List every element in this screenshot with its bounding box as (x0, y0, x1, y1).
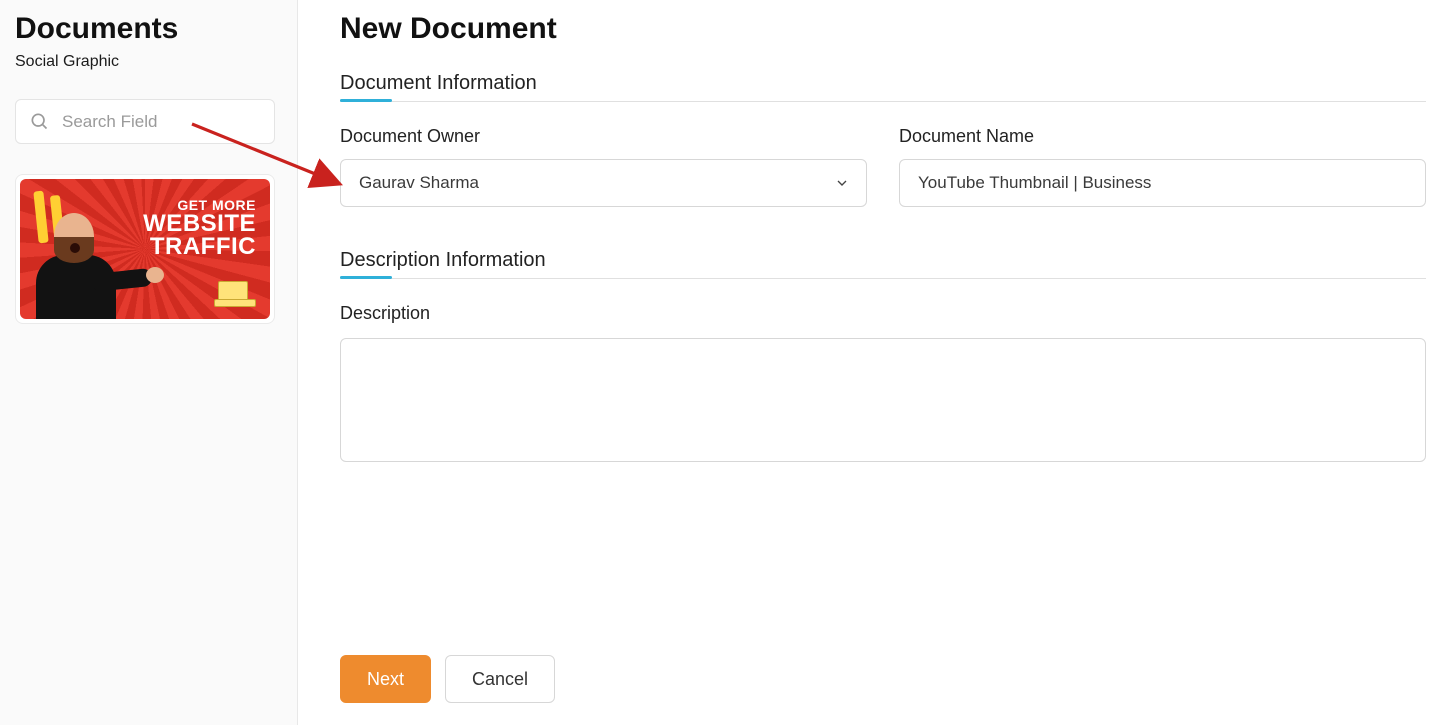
sidebar-title: Documents (15, 12, 282, 45)
main-content: New Document Document Information Docume… (298, 0, 1440, 725)
person-illustration (26, 213, 146, 319)
document-owner-label: Document Owner (340, 126, 867, 147)
document-name-label: Document Name (899, 126, 1426, 147)
document-name-value: YouTube Thumbnail | Business (918, 173, 1151, 193)
sidebar: Documents Social Graphic GET MORE WEBSIT… (0, 0, 298, 725)
sidebar-subtitle: Social Graphic (15, 53, 282, 71)
document-name-input[interactable]: YouTube Thumbnail | Business (899, 159, 1426, 207)
field-document-name: Document Name YouTube Thumbnail | Busine… (899, 126, 1426, 207)
document-owner-value: Gaurav Sharma (359, 173, 479, 193)
field-document-owner: Document Owner Gaurav Sharma (340, 126, 867, 207)
laptop-icon (214, 281, 254, 307)
document-owner-select[interactable]: Gaurav Sharma (340, 159, 867, 207)
section-description-information: Description Information (340, 249, 1426, 279)
cancel-button[interactable]: Cancel (445, 655, 555, 703)
page-title: New Document (340, 12, 1426, 46)
description-label: Description (340, 303, 1426, 324)
template-thumbnail[interactable]: GET MORE WEBSITE TRAFFIC (15, 174, 275, 324)
search-input[interactable] (15, 99, 275, 144)
thumbnail-text: GET MORE WEBSITE TRAFFIC (143, 197, 256, 259)
thumb-line-3: TRAFFIC (143, 236, 256, 259)
thumbnail-canvas: GET MORE WEBSITE TRAFFIC (20, 179, 270, 319)
description-textarea[interactable] (340, 338, 1426, 462)
chevron-down-icon (834, 175, 850, 191)
search-wrap (15, 99, 282, 144)
section-document-information: Document Information (340, 72, 1426, 102)
next-button[interactable]: Next (340, 655, 431, 703)
